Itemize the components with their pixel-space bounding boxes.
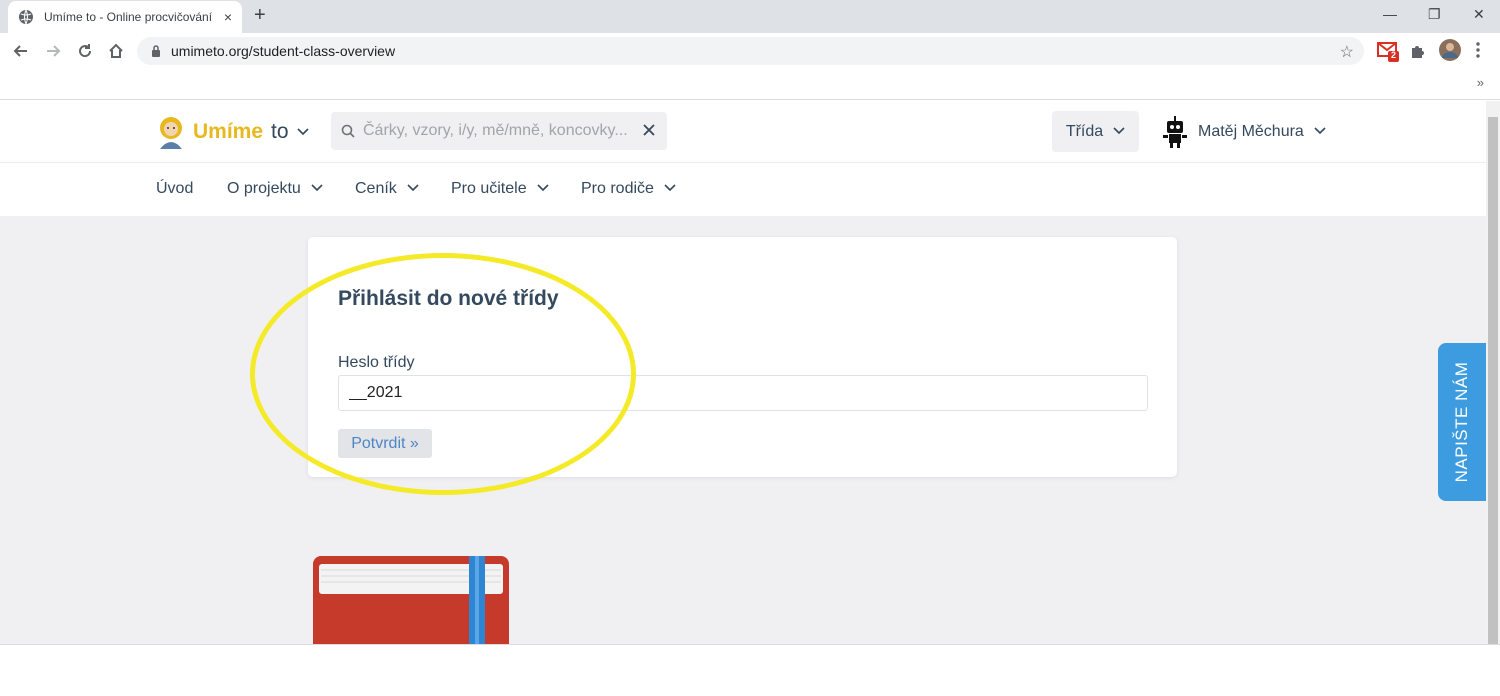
class-dropdown-button[interactable]: Třída [1052, 111, 1139, 152]
confirm-button[interactable]: Potvrdit » [338, 429, 432, 458]
back-button[interactable] [9, 39, 33, 63]
robot-avatar [1163, 116, 1187, 148]
profile-avatar[interactable] [1438, 38, 1462, 67]
nav-item-uvod[interactable]: Úvod [156, 180, 193, 198]
menu-dots-icon[interactable] [1475, 41, 1481, 64]
bottom-area [0, 644, 1500, 696]
reload-icon [79, 44, 92, 58]
nav-item-label: Pro rodiče [581, 180, 654, 197]
window-close-button[interactable]: ✕ [1473, 6, 1485, 23]
chevron-down-icon [664, 183, 676, 195]
home-icon [109, 43, 123, 58]
home-button[interactable] [104, 39, 128, 63]
address-bar[interactable]: umimeto.org/student-class-overview ☆ [137, 37, 1364, 65]
card-title: Přihlásit do nové třídy [338, 287, 559, 310]
tab-close-icon[interactable]: × [224, 9, 232, 25]
join-class-card: Přihlásit do nové třídy Heslo třídy Potv… [308, 237, 1177, 477]
class-dropdown-label: Třída [1065, 122, 1104, 140]
feedback-tab-label: NAPIŠTE NÁM [1452, 361, 1471, 483]
brand-suffix: to [271, 120, 289, 143]
nav-item-cenik[interactable]: Ceník [355, 180, 419, 198]
browser-toolbar: umimeto.org/student-class-overview ☆ 2 [0, 33, 1500, 69]
nav-item-pro-ucitele[interactable]: Pro učitele [451, 180, 549, 198]
browser-tab-strip: Umíme to - Online procvičování × + — ❐ ✕ [0, 0, 1500, 33]
browser-tab[interactable]: Umíme to - Online procvičování × [8, 1, 242, 33]
chevron-down-icon [311, 183, 323, 195]
user-name: Matěj Měchura [1198, 123, 1304, 140]
user-menu[interactable]: Matěj Měchura [1162, 116, 1326, 148]
tab-title: Umíme to - Online procvičování [44, 10, 212, 24]
nav-item-label: O projektu [227, 180, 301, 197]
gmail-badge: 2 [1391, 50, 1397, 60]
chevron-down-icon [1113, 126, 1125, 138]
page-content: Umíme to Čárky, vzory, i/y, mě/mně, konc… [0, 101, 1486, 644]
book-illustration [313, 556, 509, 644]
feedback-tab[interactable]: NAPIŠTE NÁM [1438, 343, 1486, 501]
logo-avatar-icon [160, 117, 182, 149]
gmail-icon[interactable]: 2 [1377, 40, 1401, 67]
main-nav: Úvod O projektu Ceník Pro učitele Pro ro… [0, 163, 1486, 216]
nav-item-label: Úvod [156, 180, 194, 197]
forward-arrow-icon [47, 45, 61, 57]
bookmarks-more-icon[interactable]: » [1477, 75, 1484, 90]
new-tab-button[interactable]: + [254, 5, 266, 25]
bookmarks-bar: » [0, 69, 1500, 100]
nav-item-pro-rodice[interactable]: Pro rodiče [581, 180, 676, 198]
chevron-down-icon [1314, 126, 1326, 138]
back-arrow-icon [13, 45, 27, 57]
search-placeholder: Čárky, vzory, i/y, mě/mně, koncovky... [363, 122, 628, 139]
minimize-button[interactable]: — [1383, 6, 1397, 22]
page-scrollbar[interactable] [1486, 101, 1500, 644]
extensions-icon[interactable] [1409, 42, 1427, 65]
chevron-down-icon [537, 183, 549, 195]
reload-button[interactable] [73, 39, 97, 63]
site-logo[interactable]: Umíme to [157, 115, 309, 149]
search-bar[interactable]: Čárky, vzory, i/y, mě/mně, koncovky... [331, 112, 667, 150]
chevron-down-icon [407, 183, 419, 195]
scrollbar-thumb[interactable] [1488, 117, 1498, 644]
site-header: Umíme to Čárky, vzory, i/y, mě/mně, konc… [0, 101, 1486, 163]
globe-icon [19, 9, 33, 25]
lock-icon [152, 45, 160, 57]
star-icon[interactable]: ☆ [1340, 42, 1354, 62]
nav-item-label: Ceník [355, 180, 397, 197]
class-password-input[interactable] [338, 375, 1148, 411]
forward-button[interactable] [41, 39, 65, 63]
chevron-down-icon [296, 125, 309, 139]
maximize-button[interactable]: ❐ [1428, 6, 1441, 23]
search-icon [341, 124, 355, 138]
class-password-label: Heslo třídy [338, 354, 415, 371]
nav-item-o-projektu[interactable]: O projektu [227, 180, 323, 198]
brand-name: Umíme [193, 120, 264, 143]
clear-icon[interactable] [641, 122, 657, 138]
url-text: umimeto.org/student-class-overview [171, 43, 396, 59]
nav-item-label: Pro učitele [451, 180, 527, 197]
